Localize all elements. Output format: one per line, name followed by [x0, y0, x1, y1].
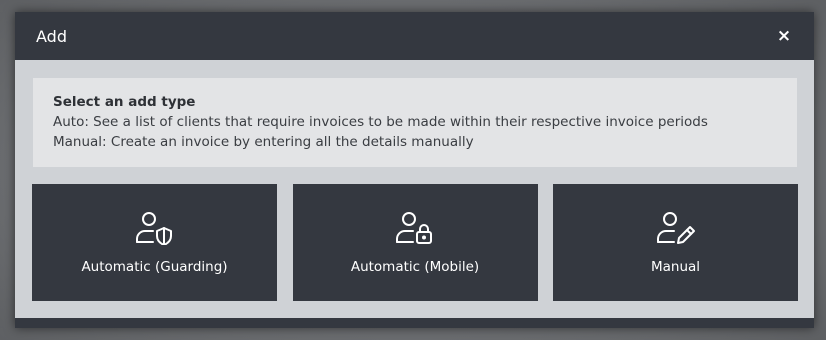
automatic-mobile-button[interactable]: Automatic (Mobile) — [292, 184, 538, 301]
close-button[interactable]: × — [774, 26, 794, 46]
user-lock-icon — [396, 212, 432, 244]
dialog-header: Add × — [15, 12, 814, 60]
info-heading: Select an add type — [53, 94, 196, 110]
automatic-guarding-label: Automatic (Guarding) — [81, 259, 228, 275]
info-auto-description: Auto: See a list of clients that require… — [53, 114, 708, 130]
info-panel: Select an add type Auto: See a list of c… — [33, 78, 797, 167]
info-manual-description: Manual: Create an invoice by entering al… — [53, 134, 474, 150]
user-pen-icon — [656, 212, 695, 244]
dialog-title: Add — [36, 26, 67, 46]
automatic-guarding-button[interactable]: Automatic (Guarding) — [32, 184, 277, 301]
user-shield-icon — [135, 212, 172, 245]
add-type-options: Automatic (Guarding) Automatic (Mobile) — [32, 184, 798, 301]
dialog-footer — [15, 318, 814, 328]
manual-button[interactable]: Manual — [553, 184, 798, 301]
automatic-mobile-label: Automatic (Mobile) — [350, 259, 480, 275]
add-dialog: Add × Select an add type Auto: See a lis… — [15, 12, 814, 328]
manual-label: Manual — [650, 259, 701, 275]
close-icon: × — [776, 26, 792, 46]
